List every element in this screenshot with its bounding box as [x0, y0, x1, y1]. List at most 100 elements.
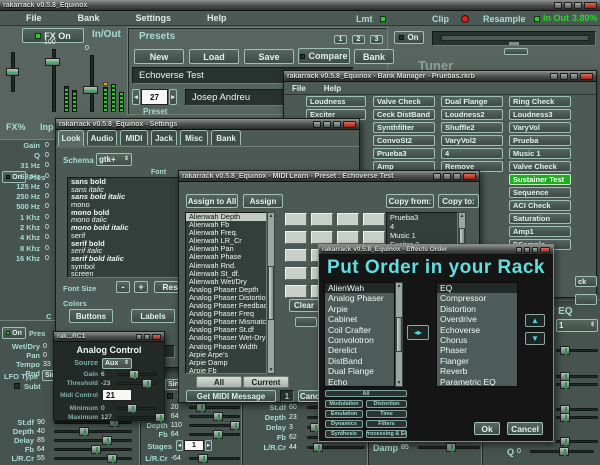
tab-audio[interactable]: Audio — [87, 130, 117, 145]
bank-preset-button[interactable]: Synthfilter — [373, 122, 435, 133]
minimize-icon[interactable] — [554, 2, 562, 9]
schema-dropdown[interactable]: gtk+⇕ — [96, 153, 132, 166]
color-button[interactable]: Buttons — [69, 309, 113, 323]
bank-preset-button[interactable]: Shuffle2 — [441, 122, 503, 133]
param-slider[interactable] — [189, 430, 240, 439]
quick-bank-button[interactable]: 3 — [370, 35, 383, 44]
bank-preset-button[interactable]: ConvoSt2 — [373, 135, 435, 146]
small-button[interactable] — [295, 317, 317, 327]
category-button[interactable]: Processing & EQ — [366, 430, 407, 438]
param-slider[interactable] — [189, 421, 240, 430]
midi-assign-cell[interactable] — [337, 231, 359, 244]
output-fader-knob[interactable] — [83, 86, 98, 94]
damp-slider[interactable] — [418, 443, 480, 452]
param-slider[interactable] — [117, 404, 157, 413]
effect-item[interactable]: Coil Crafter — [325, 325, 394, 335]
pareq-slider[interactable] — [556, 413, 598, 422]
pareq-slider[interactable] — [556, 437, 598, 446]
effect-item[interactable]: Cabinet — [325, 314, 394, 324]
midi-assign-cell[interactable] — [285, 285, 307, 298]
midi-assign-cell[interactable] — [363, 231, 385, 244]
menu-item[interactable]: File — [26, 13, 42, 23]
subt-checkbox[interactable] — [14, 383, 20, 389]
effect-item[interactable]: Compressor — [437, 293, 517, 303]
tab-misc[interactable]: Misc — [180, 130, 208, 145]
pareq-band-select[interactable]: 1⇕ — [556, 319, 598, 332]
effect-item[interactable]: Overdrive — [437, 314, 517, 324]
main-window-buttons[interactable] — [554, 2, 597, 9]
effect-item[interactable]: Convolotron — [325, 335, 394, 345]
shade-icon[interactable] — [574, 2, 582, 9]
effect-item[interactable]: Reverb — [437, 366, 517, 376]
copy-from-button[interactable]: Copy from: — [386, 194, 434, 208]
menu-item[interactable]: Help — [207, 13, 227, 23]
filter-all-button[interactable]: All — [325, 390, 407, 397]
bank-preset-button[interactable]: Sequence — [509, 187, 571, 198]
bank-preset-button[interactable]: Loudness2 — [441, 109, 503, 120]
param-slider[interactable] — [117, 370, 157, 379]
param-slider[interactable] — [117, 379, 157, 388]
bank-preset-button[interactable]: ACI Check — [509, 200, 571, 211]
midi-control-input[interactable]: 21 — [102, 389, 132, 401]
param-slider[interactable] — [189, 454, 240, 463]
maximize-icon[interactable] — [144, 334, 150, 340]
effect-item[interactable]: Echoverse — [437, 325, 517, 335]
move-down-icon[interactable]: ▼ — [525, 332, 545, 345]
close-icon[interactable] — [540, 247, 550, 253]
menu-item[interactable]: Settings — [136, 13, 172, 23]
stages-up-button[interactable]: ▸ — [205, 440, 212, 451]
minimize-icon[interactable] — [313, 121, 321, 128]
minimize-icon[interactable] — [550, 73, 558, 80]
preset-new-button[interactable]: New — [134, 49, 184, 64]
param-slider[interactable] — [54, 445, 132, 454]
menu-item[interactable]: Help — [324, 84, 341, 93]
get-midi-message-button[interactable]: Get MIDI Message — [186, 390, 276, 402]
stages-down-button[interactable]: ◂ — [176, 440, 183, 451]
midi-assign-cell[interactable] — [311, 213, 333, 226]
shade-icon[interactable] — [570, 73, 578, 80]
maximize-icon[interactable] — [560, 73, 568, 80]
shade-icon[interactable] — [532, 247, 538, 253]
transfer-arrows-icon[interactable]: ◂▸ — [407, 325, 429, 340]
bank-preset-button[interactable]: Loudness — [306, 96, 366, 107]
quick-bank-button[interactable]: 2 — [352, 35, 365, 44]
category-button[interactable]: Time — [366, 410, 407, 418]
midi-assign-cell[interactable] — [285, 231, 307, 244]
bank-preset-button[interactable]: Prueba3 — [373, 148, 435, 159]
maximize-icon[interactable] — [564, 2, 572, 9]
q-slider[interactable] — [530, 447, 594, 456]
midi-preset-item[interactable]: 4 — [387, 222, 457, 231]
category-button[interactable]: Distortion — [366, 400, 407, 408]
close-icon[interactable] — [343, 121, 356, 128]
bank-preset-button[interactable]: 4 — [441, 148, 503, 159]
preset-load-button[interactable]: Load — [189, 49, 239, 64]
effect-item[interactable]: Flanger — [437, 356, 517, 366]
param-slider[interactable] — [189, 403, 240, 412]
effect-item[interactable]: Analog Phaser — [325, 293, 394, 303]
tuner-on-button[interactable]: On — [394, 31, 424, 44]
param-slider[interactable] — [189, 412, 240, 421]
midi-assign-cell[interactable] — [285, 267, 307, 280]
effect-item[interactable]: EQ — [437, 283, 517, 293]
category-button[interactable]: Emulation — [325, 410, 363, 418]
param-slider[interactable] — [54, 454, 132, 463]
tab-look[interactable]: Look — [58, 130, 84, 146]
effect-item[interactable]: Phaser — [437, 345, 517, 355]
category-button[interactable]: Dynamics — [325, 420, 363, 428]
close-icon[interactable] — [463, 173, 476, 180]
midi-assign-cell[interactable] — [337, 213, 359, 226]
tab-bank[interactable]: Bank — [211, 130, 241, 145]
maximize-icon[interactable] — [524, 247, 530, 253]
preset-next-arrow[interactable]: ▸ — [169, 89, 177, 105]
category-button[interactable]: Synthesis — [325, 430, 363, 438]
quick-bank-button[interactable]: 1 — [334, 35, 347, 44]
preset-save-button[interactable]: Save — [244, 49, 294, 64]
midi-param-scrollbar[interactable]: ▲▼ — [267, 212, 275, 374]
tuner-small-button[interactable] — [504, 48, 528, 55]
bank-preset-button[interactable]: Ring Check — [509, 96, 571, 107]
menu-item[interactable]: Bank — [78, 13, 100, 23]
assign-button[interactable]: Assign — [243, 194, 283, 208]
menu-item[interactable]: File — [292, 84, 306, 93]
midi-assign-cell[interactable] — [285, 249, 307, 262]
effect-item[interactable]: AlienWah — [325, 283, 394, 293]
